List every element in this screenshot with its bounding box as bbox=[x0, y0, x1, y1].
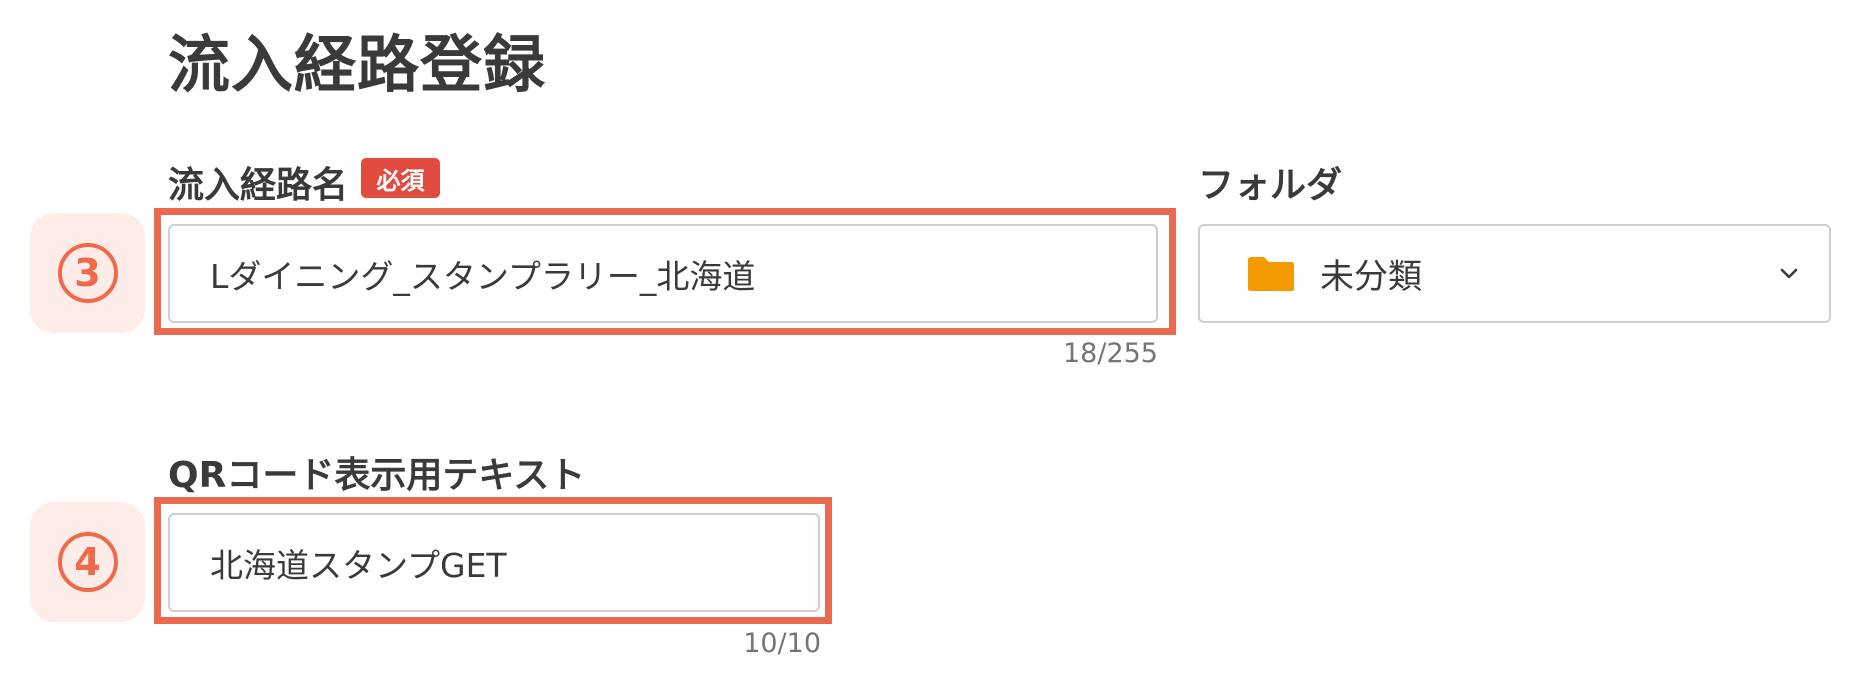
page-title: 流入経路登録 bbox=[168, 28, 547, 101]
qr-text-char-count: 10/10 bbox=[743, 628, 821, 659]
step-number-4: 4 bbox=[57, 532, 118, 592]
route-name-label: 流入経路名 bbox=[168, 165, 349, 206]
route-name-input[interactable]: Lダイニング_スタンプラリー_北海道 bbox=[168, 224, 1158, 323]
chevron-down-icon bbox=[1780, 268, 1798, 279]
step-number-3: 3 bbox=[57, 243, 118, 303]
qr-text-input[interactable]: 北海道スタンプGET bbox=[168, 513, 820, 612]
step-marker-3: 3 bbox=[30, 213, 145, 333]
qr-text-label: QRコード表示用テキスト bbox=[168, 455, 586, 496]
folder-icon bbox=[1248, 257, 1294, 291]
required-badge: 必須 bbox=[361, 158, 440, 198]
page: 流入経路登録 流入経路名 必須 3 Lダイニング_スタンプラリー_北海道 18/… bbox=[0, 0, 1850, 682]
folder-label: フォルダ bbox=[1198, 165, 1343, 206]
route-name-char-count: 18/255 bbox=[1063, 338, 1158, 369]
folder-select[interactable]: 未分類 bbox=[1198, 224, 1831, 323]
folder-selected-value: 未分類 bbox=[1320, 257, 1422, 297]
step-marker-4: 4 bbox=[30, 502, 145, 622]
